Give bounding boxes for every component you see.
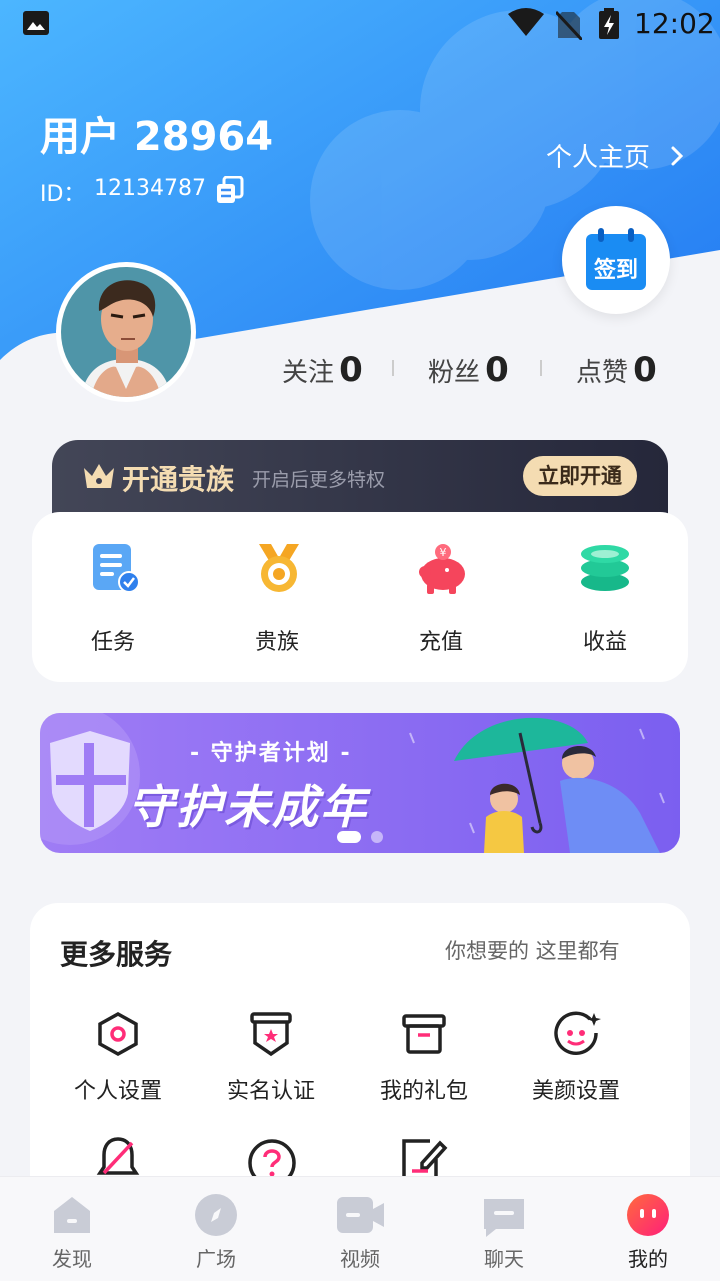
hexagon-settings-icon — [98, 1011, 138, 1057]
avatar[interactable] — [56, 262, 196, 402]
stat-label: 粉丝 — [428, 358, 481, 388]
username: 用户 28964 — [40, 114, 274, 160]
quick-recharge[interactable]: ¥ 充值 — [381, 540, 501, 660]
no-sim-icon — [554, 10, 584, 44]
service-real-name[interactable]: 实名认证 — [191, 1011, 351, 1111]
chevron-right-icon — [670, 144, 684, 174]
me-icon — [627, 1194, 669, 1236]
service-notification-off[interactable] — [96, 1137, 140, 1181]
user-id-value: 12134787 — [94, 176, 206, 201]
stat-label: 关注 — [282, 358, 335, 388]
service-label: 个人设置 — [73, 1079, 162, 1104]
divider — [392, 360, 394, 376]
stat-value: 0 — [485, 350, 509, 390]
crown-icon — [84, 464, 114, 488]
bell-off-icon — [96, 1137, 140, 1175]
service-label: 我的礼包 — [379, 1079, 468, 1104]
video-icon — [337, 1197, 384, 1233]
chat-icon — [484, 1199, 524, 1237]
quick-label: 收益 — [582, 630, 627, 655]
status-time: 12:02 — [634, 7, 715, 40]
quick-earnings[interactable]: 收益 — [545, 540, 665, 660]
tab-plaza[interactable]: 广场 — [166, 1193, 266, 1279]
user-id-label: ID： — [40, 182, 86, 207]
tab-label: 发现 — [52, 1247, 92, 1271]
tab-label: 我的 — [628, 1247, 668, 1271]
tab-video[interactable]: 视频 — [310, 1193, 410, 1279]
guardian-banner[interactable]: - 守护者计划 - 守护未成年 — [40, 713, 680, 853]
checkin-button[interactable]: 签到 — [562, 206, 670, 314]
quick-actions-card: 任务 贵族 ¥ 充值 收益 — [32, 512, 688, 682]
gift-box-icon — [402, 1014, 446, 1054]
battery-icon — [598, 8, 620, 44]
beauty-face-icon — [554, 1011, 601, 1055]
services-title: 更多服务 — [60, 938, 173, 971]
wifi-icon — [508, 8, 544, 42]
quick-label: 充值 — [418, 630, 463, 655]
banner-subtitle: - 守护者计划 - — [190, 741, 352, 766]
help-icon — [248, 1139, 296, 1187]
stat-value: 0 — [633, 350, 657, 390]
medal-icon — [259, 544, 299, 592]
piggy-bank-icon: ¥ — [419, 544, 465, 594]
service-gift-pack[interactable]: 我的礼包 — [344, 1011, 504, 1111]
quick-noble[interactable]: 贵族 — [217, 540, 337, 660]
tab-label: 广场 — [196, 1247, 236, 1271]
avatar-image — [61, 267, 191, 397]
stat-following[interactable]: 关注 0 — [282, 350, 363, 390]
divider — [540, 360, 542, 376]
vip-title: 开通贵族 — [122, 463, 235, 496]
task-icon — [93, 544, 140, 593]
tab-discover[interactable]: 发现 — [22, 1193, 122, 1279]
svg-text:¥: ¥ — [440, 546, 447, 559]
stat-value: 0 — [339, 350, 363, 390]
carousel-dot-active[interactable] — [337, 831, 361, 843]
tab-label: 视频 — [340, 1247, 380, 1271]
homepage-link[interactable]: 个人主页 — [546, 137, 684, 174]
stat-fans[interactable]: 粉丝 0 — [428, 350, 509, 390]
home-icon — [54, 1197, 90, 1233]
quick-label: 贵族 — [254, 630, 299, 655]
gallery-notification-icon — [22, 10, 50, 36]
service-personal-settings[interactable]: 个人设置 — [38, 1011, 198, 1111]
carousel-dot[interactable] — [371, 831, 383, 843]
service-beauty-settings[interactable]: 美颜设置 — [496, 1011, 656, 1111]
stat-label: 点赞 — [576, 358, 629, 388]
service-label: 美颜设置 — [531, 1079, 620, 1104]
homepage-label: 个人主页 — [546, 143, 651, 173]
copy-icon[interactable] — [216, 175, 244, 208]
service-help[interactable] — [248, 1137, 296, 1187]
tab-me[interactable]: 我的 — [598, 1193, 698, 1279]
coins-icon — [581, 545, 629, 591]
tab-chat[interactable]: 聊天 — [454, 1193, 554, 1279]
stat-likes[interactable]: 点赞 0 — [576, 350, 657, 390]
tab-label: 聊天 — [484, 1247, 524, 1271]
vip-open-button[interactable]: 立即开通 — [523, 456, 637, 496]
quick-label: 任务 — [90, 630, 135, 655]
service-label: 实名认证 — [226, 1079, 315, 1104]
compass-icon — [195, 1194, 237, 1236]
id-verify-icon — [250, 1012, 292, 1057]
quick-task[interactable]: 任务 — [53, 540, 173, 660]
vip-subtitle: 开启后更多特权 — [252, 469, 386, 491]
services-subtitle: 你想要的 这里都有 — [445, 939, 620, 963]
bottom-tab-bar: 发现 广场 视频 聊天 我的 — [0, 1176, 720, 1281]
edit-note-icon — [402, 1139, 448, 1183]
service-feedback[interactable] — [400, 1137, 448, 1183]
banner-title: 守护未成年 — [128, 780, 368, 834]
checkin-label: 签到 — [593, 258, 638, 283]
